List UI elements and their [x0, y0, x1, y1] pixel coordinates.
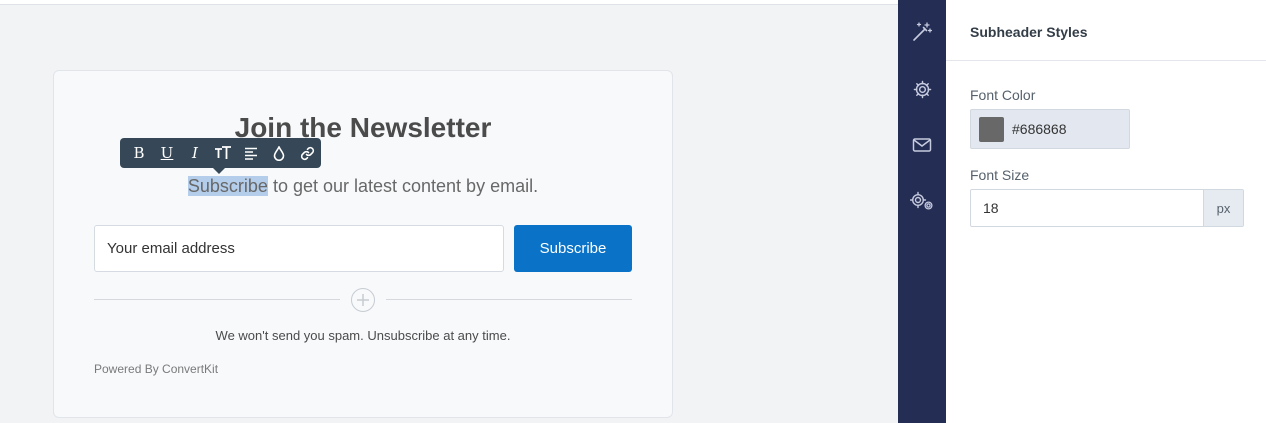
newsletter-form-card[interactable]: Join the Newsletter Subscribe to get our… [53, 70, 673, 418]
text-size-icon [215, 146, 231, 159]
magic-wand-icon [913, 22, 932, 41]
advanced-settings-icon [910, 191, 933, 210]
form-subheader[interactable]: Subscribe to get our latest content by e… [54, 176, 672, 197]
selected-text[interactable]: Subscribe [187, 176, 268, 196]
envelope-icon [912, 138, 932, 152]
editor-canvas: Join the Newsletter Subscribe to get our… [0, 5, 898, 423]
link-icon [300, 146, 314, 160]
font-color-value: #686868 [1012, 121, 1067, 137]
bold-button[interactable]: B [125, 140, 153, 166]
panel-header: Subheader Styles [946, 0, 1266, 61]
advanced-tab[interactable] [898, 187, 946, 215]
font-color-picker[interactable]: #686868 [970, 109, 1130, 149]
style-panel: Subheader Styles Font Color #686868 Font… [946, 0, 1266, 423]
powered-by-link[interactable]: Powered By ConvertKit [94, 362, 218, 376]
align-button[interactable] [237, 140, 265, 166]
color-button[interactable] [265, 140, 293, 166]
email-tab[interactable] [898, 131, 946, 159]
add-block-button[interactable] [351, 288, 375, 312]
plus-icon [357, 294, 369, 306]
gear-icon [913, 80, 931, 98]
underline-button[interactable]: U [153, 140, 181, 166]
divider-right [386, 299, 632, 300]
underline-icon: U [160, 144, 174, 162]
color-drop-icon [273, 145, 285, 161]
settings-tab[interactable] [898, 75, 946, 103]
email-field[interactable]: Your email address [94, 225, 504, 272]
color-swatch[interactable] [979, 116, 1004, 142]
spam-disclaimer[interactable]: We won't send you spam. Unsubscribe at a… [54, 328, 672, 343]
align-icon [245, 147, 257, 160]
bold-icon: B [133, 144, 145, 162]
italic-button[interactable]: I [181, 140, 209, 166]
text-size-button[interactable] [209, 140, 237, 166]
settings-icon-bar [898, 0, 946, 423]
font-size-input[interactable]: 18 px [970, 189, 1244, 227]
link-button[interactable] [293, 140, 321, 166]
font-color-label: Font Color [970, 87, 1036, 103]
font-size-value[interactable]: 18 [983, 200, 999, 216]
subheader-text[interactable]: to get our latest content by email. [268, 176, 538, 196]
divider-left [94, 299, 340, 300]
panel-title: Subheader Styles [970, 24, 1088, 40]
subscribe-button[interactable]: Subscribe [514, 225, 632, 272]
text-format-toolbar: B U I [120, 138, 321, 174]
font-size-label: Font Size [970, 167, 1030, 183]
italic-icon: I [192, 144, 198, 162]
style-tab[interactable] [898, 18, 946, 46]
font-size-unit: px [1203, 190, 1243, 226]
